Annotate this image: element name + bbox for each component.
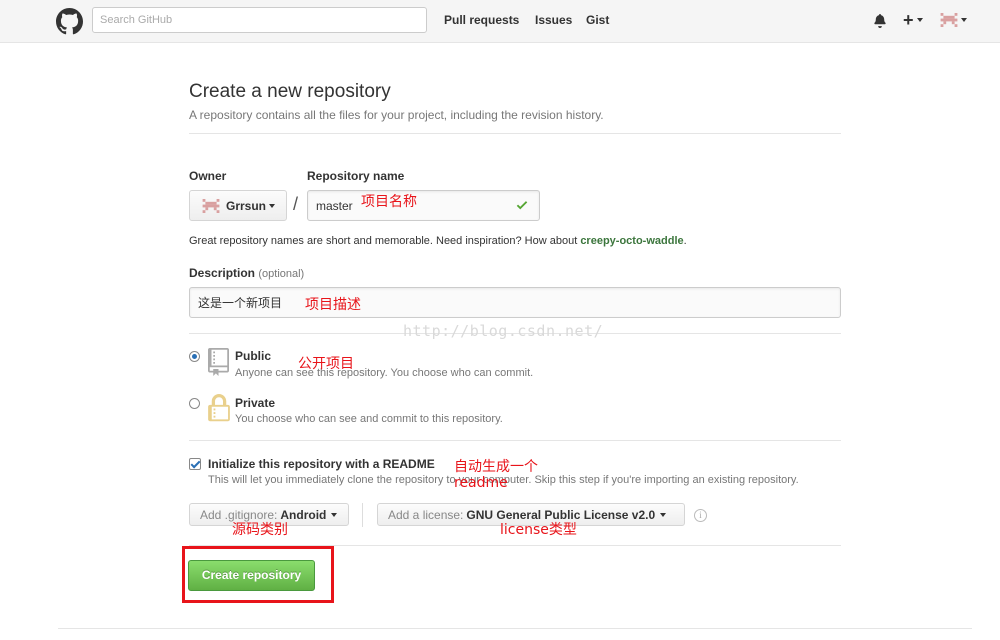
description-label: Description (optional) bbox=[189, 266, 305, 280]
annotation-license: license类型 bbox=[500, 522, 577, 538]
annotation-gitignore: 源码类别 bbox=[232, 522, 288, 538]
divider bbox=[189, 133, 841, 134]
description-input[interactable] bbox=[189, 287, 841, 318]
owner-select[interactable]: Grrsun bbox=[189, 190, 287, 221]
plus-icon: + bbox=[903, 10, 914, 30]
annotation-readme-2: readme bbox=[454, 475, 508, 491]
annotation-repo-name: 项目名称 bbox=[361, 194, 417, 210]
nav-issues[interactable]: Issues bbox=[535, 13, 572, 27]
annotation-highlight-box bbox=[182, 546, 334, 603]
readme-checkbox[interactable] bbox=[189, 458, 201, 470]
chevron-down-icon bbox=[961, 18, 967, 22]
private-title: Private bbox=[235, 396, 276, 410]
divider bbox=[362, 503, 363, 527]
divider bbox=[189, 440, 841, 441]
public-title: Public bbox=[235, 349, 272, 363]
avatar-icon bbox=[940, 13, 958, 27]
footer-divider bbox=[58, 628, 972, 629]
top-header: Pull requests Issues Gist + bbox=[0, 0, 1000, 43]
check-icon bbox=[516, 201, 528, 210]
owner-name: Grrsun bbox=[226, 198, 267, 213]
user-menu[interactable] bbox=[940, 13, 967, 27]
name-suggestion[interactable]: creepy-octo-waddle bbox=[580, 235, 683, 247]
nav-pull-requests[interactable]: Pull requests bbox=[444, 13, 519, 27]
annotation-public: 公开项目 bbox=[298, 356, 354, 372]
create-new-dropdown[interactable]: + bbox=[903, 11, 923, 29]
page-subtitle: A repository contains all the files for … bbox=[189, 108, 604, 122]
lock-icon bbox=[208, 394, 230, 422]
owner-label: Owner bbox=[189, 169, 227, 183]
private-radio[interactable] bbox=[189, 398, 200, 409]
repo-name-hint: Great repository names are short and mem… bbox=[189, 235, 687, 247]
repo-book-icon bbox=[208, 348, 229, 376]
chevron-down-icon bbox=[331, 512, 338, 517]
repo-name-label: Repository name bbox=[307, 169, 405, 183]
public-note: Anyone can see this repository. You choo… bbox=[235, 367, 534, 379]
info-icon[interactable]: i bbox=[694, 509, 707, 522]
github-logo-icon[interactable] bbox=[56, 8, 83, 35]
private-note: You choose who can see and commit to thi… bbox=[235, 413, 503, 425]
chevron-down-icon bbox=[269, 203, 276, 208]
bell-icon[interactable] bbox=[873, 13, 887, 28]
nav-gist[interactable]: Gist bbox=[586, 13, 609, 27]
chevron-down-icon bbox=[660, 512, 667, 517]
readme-label[interactable]: Initialize this repository with a README bbox=[208, 457, 435, 471]
search-input[interactable] bbox=[92, 7, 427, 33]
watermark: http://blog.csdn.net/ bbox=[403, 322, 604, 340]
repo-name-input[interactable] bbox=[307, 190, 540, 221]
public-radio[interactable] bbox=[189, 351, 200, 362]
page-title: Create a new repository bbox=[189, 81, 391, 102]
chevron-down-icon bbox=[916, 18, 923, 22]
owner-repo-separator: / bbox=[293, 194, 299, 214]
annotation-readme-1: 自动生成一个 bbox=[454, 459, 538, 475]
optional-tag: (optional) bbox=[258, 268, 305, 280]
annotation-description: 项目描述 bbox=[305, 297, 361, 313]
avatar-icon bbox=[202, 198, 220, 213]
